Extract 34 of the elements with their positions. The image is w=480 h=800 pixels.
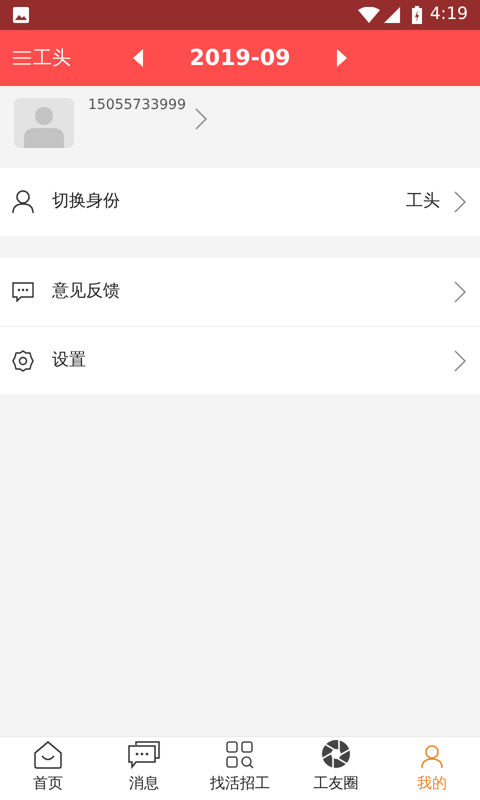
- chevron-right-icon: [454, 191, 466, 213]
- month-title: 2019-09: [190, 44, 290, 72]
- chevron-right-icon: [454, 350, 466, 372]
- image-icon: [12, 6, 30, 24]
- grid-search-icon: [226, 740, 254, 768]
- avatar-icon: [14, 98, 74, 148]
- menu-label: 意见反馈: [52, 280, 121, 304]
- chat-icon: [12, 282, 34, 302]
- chevron-right-icon: [454, 281, 466, 303]
- next-month-icon[interactable]: [337, 49, 348, 67]
- tab[interactable]: 工友圈: [288, 737, 384, 800]
- person-icon: [12, 190, 34, 214]
- tab[interactable]: 首页: [0, 737, 96, 800]
- previous-month-icon[interactable]: [132, 49, 142, 67]
- menu-row[interactable]: 切换身份 工头: [0, 168, 480, 236]
- menu-label: 设置: [52, 348, 87, 372]
- battery-icon: [412, 6, 422, 24]
- tab[interactable]: 找活招工: [192, 737, 288, 800]
- chevron-right-icon[interactable]: [194, 108, 207, 130]
- home-icon: [33, 740, 63, 768]
- menu-row[interactable]: 设置: [0, 326, 480, 394]
- menu-icon: [12, 51, 32, 65]
- aperture-icon: [321, 738, 351, 768]
- person-icon: [421, 744, 443, 768]
- messages-icon: [128, 740, 160, 768]
- menu-row[interactable]: 意见反馈: [0, 258, 480, 326]
- signal-icon: [384, 7, 400, 23]
- wifi-icon: [358, 7, 380, 23]
- tab[interactable]: 消息: [96, 737, 192, 800]
- settings-icon: [12, 350, 34, 372]
- phone-number: 15055733999: [88, 96, 186, 115]
- menu-label: 切换身份: [52, 190, 121, 214]
- menu-value: 工头: [406, 190, 440, 214]
- clock-time: 4:19: [430, 3, 468, 26]
